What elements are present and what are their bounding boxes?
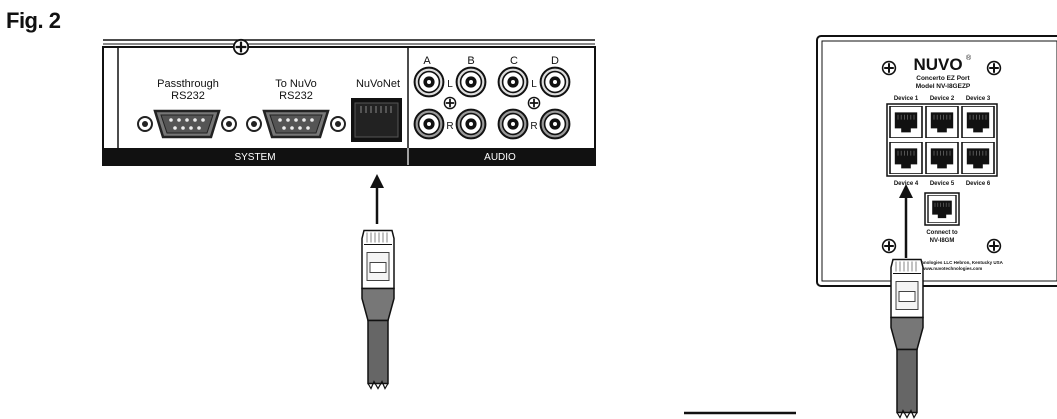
right-marker-label: R [446,121,453,132]
screw-icon [986,60,1002,76]
connection-diagram: Passthrough RS232 To NuVo RS232 NuVoNet … [102,35,1057,419]
rj45-port-icon [927,195,957,223]
rca-jack-icon [455,108,487,140]
passthrough-sub-label: RS232 [171,90,205,102]
rj45-port-icon [961,106,995,138]
system-section-label: SYSTEM [234,152,275,163]
product-name-label: Concerto EZ Port [916,75,970,82]
rj45-port-icon [925,106,959,138]
rj45-plug-icon [361,229,395,390]
rca-jack-icon [497,108,529,140]
audio-channel-b-label: B [467,55,474,67]
audio-section-label: AUDIO [484,152,516,163]
to-nuvo-label: To NuVo [275,78,317,90]
rca-jack-icon [413,66,445,98]
device-3-label: Device 3 [966,96,991,102]
right-marker-label: R [530,121,537,132]
footer-website-label: www.nuvotechnologies.com [921,266,983,271]
rca-jack-icon [413,108,445,140]
left-marker-label: L [447,79,453,90]
audio-channel-a-label: A [423,55,431,67]
rj45-port-icon [889,142,923,174]
connection-arrow [370,174,384,224]
nuvonet-label: NuVoNet [356,78,400,90]
screw-icon [881,238,897,254]
rj45-port-icon [961,142,995,174]
device-6-label: Device 6 [966,181,991,187]
rj45-port-icon [360,106,392,113]
system-audio-panel: Passthrough RS232 To NuVo RS232 NuVoNet … [102,38,596,166]
passthrough-label: Passthrough [157,78,219,90]
screw-icon [443,96,457,110]
audio-channel-c-label: C [510,55,518,67]
rca-jack-icon [539,108,571,140]
rca-jack-icon [539,66,571,98]
rj45-plug-icon [890,258,924,419]
screw-icon [986,238,1002,254]
device-1-label: Device 1 [894,96,919,102]
screw-icon [232,38,250,56]
screw-icon [881,60,897,76]
device-2-label: Device 2 [930,96,955,102]
rj45-port-icon [925,142,959,174]
rca-jack-icon [455,66,487,98]
rca-jack-icon [497,66,529,98]
audio-channel-d-label: D [551,55,559,67]
nuvo-logo: NUVO [913,55,962,74]
model-label: Model NV-I8GEZP [916,83,971,90]
connect-to-label: Connect to [926,230,958,236]
ez-port-wall-plate: NUVO ® Concerto EZ Port Model NV-I8GEZP … [816,35,1057,287]
to-nuvo-sub-label: RS232 [279,90,313,102]
left-marker-label: L [531,79,537,90]
device-5-label: Device 5 [930,181,955,187]
screw-icon [527,96,541,110]
rj45-port-icon [889,106,923,138]
registered-mark: ® [966,54,972,62]
connect-model-label: NV-I8GM [930,238,955,244]
